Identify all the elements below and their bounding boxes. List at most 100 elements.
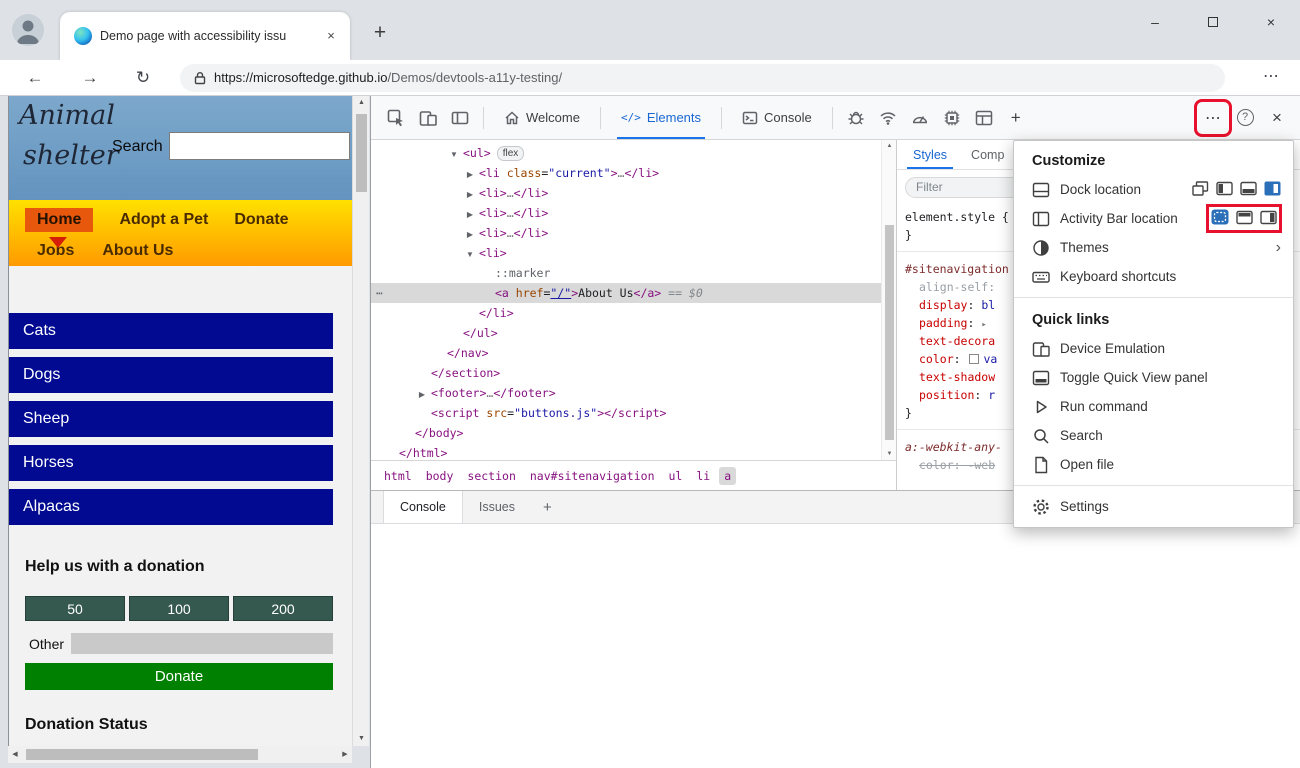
memory-icon[interactable] [937, 103, 967, 133]
elements-scroll-thumb[interactable] [885, 225, 894, 440]
amount-button-100[interactable]: 100 [129, 596, 229, 621]
nav-link-donate[interactable]: Donate [234, 211, 288, 229]
performance-icon[interactable] [905, 103, 935, 133]
devtools-close-icon[interactable]: × [1262, 103, 1292, 133]
expand-icon[interactable]: ▶ [463, 185, 477, 205]
browser-tab[interactable]: Demo page with accessibility issu × [60, 12, 350, 60]
dom-tree-row[interactable]: <script src="buttons.js"></script> [371, 403, 896, 423]
tab-elements[interactable]: </> Elements [609, 96, 713, 139]
device-toolbar-icon[interactable] [413, 103, 443, 133]
undock-icon[interactable] [1192, 180, 1209, 199]
drawer-tab-console[interactable]: Console [383, 491, 463, 523]
activity-bar-toggle-icon[interactable] [445, 103, 475, 133]
breadcrumb-item-body[interactable]: body [421, 467, 459, 485]
menu-item-quick-view[interactable]: Toggle Quick View panel [1014, 363, 1293, 392]
dom-tree-row[interactable]: </html> [371, 443, 896, 460]
drawer-add-icon[interactable]: + [531, 491, 564, 523]
forward-button[interactable]: → [75, 63, 105, 93]
elements-scrollbar[interactable]: ▲ ▼ [881, 140, 896, 460]
breadcrumb-item-ul[interactable]: ul [664, 467, 688, 485]
tab-close-icon[interactable]: × [322, 27, 340, 45]
node-menu-icon[interactable]: ⋯ [376, 283, 384, 303]
nav-link-adopt-a-pet[interactable]: Adopt a Pet [119, 211, 208, 229]
expand-icon[interactable]: ▶ [463, 205, 477, 225]
expand-icon[interactable]: ▶ [463, 165, 477, 185]
dom-tree-row[interactable]: ▶ <footer>…</footer> [371, 383, 896, 403]
vertical-scroll-thumb[interactable] [356, 114, 367, 192]
activity-selected-icon[interactable] [1211, 209, 1229, 228]
dom-tree-row[interactable]: </section> [371, 363, 896, 383]
page-horizontal-scrollbar[interactable]: ◀ ▶ [8, 746, 352, 763]
page-vertical-scrollbar[interactable]: ▲ ▼ [352, 96, 369, 746]
activity-right-icon[interactable] [1260, 210, 1277, 228]
menu-item-keyboard-shortcuts[interactable]: Keyboard shortcuts [1014, 262, 1293, 291]
other-amount-input[interactable] [71, 633, 333, 654]
dom-tree-row[interactable]: ::marker [371, 263, 896, 283]
tab-console[interactable]: Console [730, 96, 824, 139]
menu-item-activity-bar-location[interactable]: Activity Bar location [1014, 204, 1293, 233]
breadcrumb-item-a[interactable]: a [719, 466, 737, 485]
collapse-icon[interactable]: ▼ [447, 145, 461, 165]
menu-item-themes[interactable]: Themes › [1014, 233, 1293, 262]
scroll-right-icon[interactable]: ▶ [338, 746, 352, 763]
animal-button-horses[interactable]: Horses [9, 445, 333, 481]
nav-link-home[interactable]: Home [25, 208, 94, 232]
dom-tree-row[interactable]: </ul> [371, 323, 896, 343]
customize-devtools-icon[interactable]: ⋯ [1194, 98, 1232, 137]
help-icon[interactable]: ? [1230, 103, 1260, 133]
address-bar[interactable]: https://microsoftedge.github.io/Demos/de… [180, 64, 1225, 92]
animal-button-sheep[interactable]: Sheep [9, 401, 333, 437]
back-button[interactable]: ← [20, 63, 50, 93]
dom-tree-row[interactable]: ⋯ <a href="/">About Us</a> == $0 [371, 283, 896, 303]
menu-item-search[interactable]: Search [1014, 421, 1293, 450]
scroll-down-icon[interactable]: ▼ [882, 448, 897, 460]
dom-tree-row[interactable]: ▶ <li class="current">…</li> [371, 163, 896, 183]
scroll-up-icon[interactable]: ▲ [882, 140, 897, 152]
dock-bottom-icon[interactable] [1240, 181, 1257, 199]
expand-icon[interactable]: ▶ [415, 385, 429, 405]
profile-avatar[interactable] [12, 14, 44, 46]
dom-tree-row[interactable]: </nav> [371, 343, 896, 363]
animal-button-cats[interactable]: Cats [9, 313, 333, 349]
menu-item-device-emulation[interactable]: Device Emulation [1014, 334, 1293, 363]
more-tabs-icon[interactable]: + [1001, 103, 1031, 133]
breadcrumb-item-html[interactable]: html [379, 467, 417, 485]
dom-tree-row[interactable]: ▶ <li>…</li> [371, 183, 896, 203]
tab-styles[interactable]: Styles [901, 140, 959, 169]
dom-tree-row[interactable]: ▶ <li>…</li> [371, 203, 896, 223]
amount-button-50[interactable]: 50 [25, 596, 125, 621]
new-tab-button[interactable]: + [366, 20, 394, 48]
expand-icon[interactable]: ▶ [463, 225, 477, 245]
dom-tree-row[interactable]: ▼ <ul> flex [371, 143, 896, 163]
refresh-button[interactable]: ↻ [128, 63, 158, 93]
breadcrumb-item-nav-sitenavigation[interactable]: nav#sitenavigation [525, 467, 660, 485]
window-close-button[interactable]: × [1242, 0, 1300, 44]
dom-tree-row[interactable]: ▶ <li>…</li> [371, 223, 896, 243]
menu-item-open-file[interactable]: Open file [1014, 450, 1293, 479]
amount-button-200[interactable]: 200 [233, 596, 333, 621]
scroll-down-icon[interactable]: ▼ [353, 732, 370, 746]
menu-item-dock-location[interactable]: Dock location [1014, 175, 1293, 204]
issues-bug-icon[interactable] [841, 103, 871, 133]
dom-tree-row[interactable]: </body> [371, 423, 896, 443]
dock-right-icon-selected[interactable] [1264, 181, 1281, 199]
inspect-icon[interactable] [381, 103, 411, 133]
tab-computed[interactable]: Comp [959, 140, 1016, 169]
menu-item-run-command[interactable]: Run command [1014, 392, 1293, 421]
activity-top-icon[interactable] [1236, 210, 1253, 228]
minimize-button[interactable]: – [1126, 0, 1184, 44]
breadcrumb-item-section[interactable]: section [462, 467, 520, 485]
dom-tree-row[interactable]: </li> [371, 303, 896, 323]
breadcrumb-item-li[interactable]: li [691, 467, 715, 485]
maximize-button[interactable] [1184, 0, 1242, 44]
layout-icon[interactable] [969, 103, 999, 133]
dom-tree-row[interactable]: ▼ <li> [371, 243, 896, 263]
search-input[interactable] [169, 132, 350, 160]
nav-link-about-us[interactable]: About Us [102, 242, 173, 260]
network-conditions-icon[interactable] [873, 103, 903, 133]
scroll-up-icon[interactable]: ▲ [353, 96, 370, 110]
animal-button-dogs[interactable]: Dogs [9, 357, 333, 393]
menu-item-settings[interactable]: Settings [1014, 492, 1293, 521]
browser-menu-icon[interactable]: ⋯ [1256, 63, 1286, 93]
drawer-tab-issues[interactable]: Issues [463, 491, 531, 523]
